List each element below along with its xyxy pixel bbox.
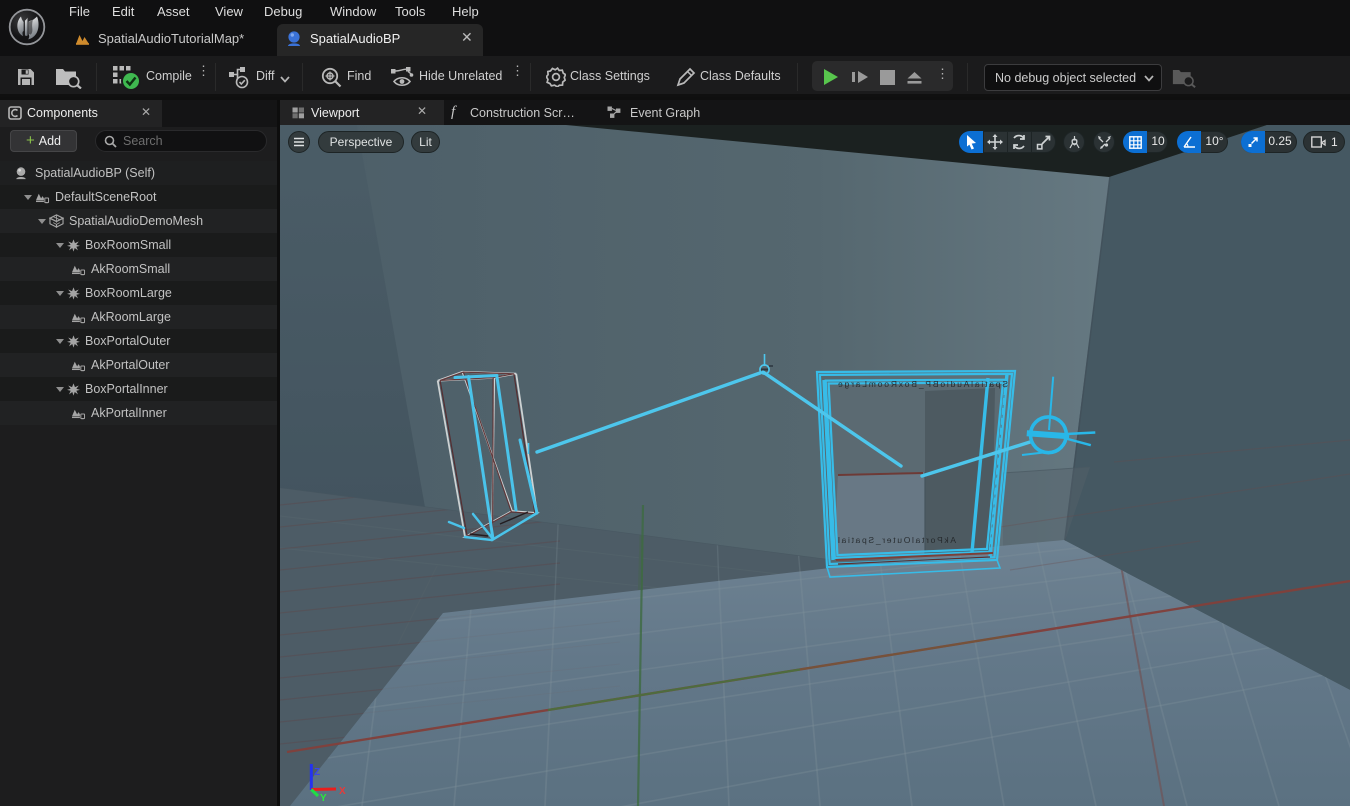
svg-text:Y: Y	[320, 793, 327, 804]
svg-text:SpatialAudioBP_BoxRoomLarge: SpatialAudioBP_BoxRoomLarge	[838, 379, 1008, 389]
svg-text:X: X	[339, 786, 346, 797]
svg-text:Z: Z	[314, 767, 320, 778]
